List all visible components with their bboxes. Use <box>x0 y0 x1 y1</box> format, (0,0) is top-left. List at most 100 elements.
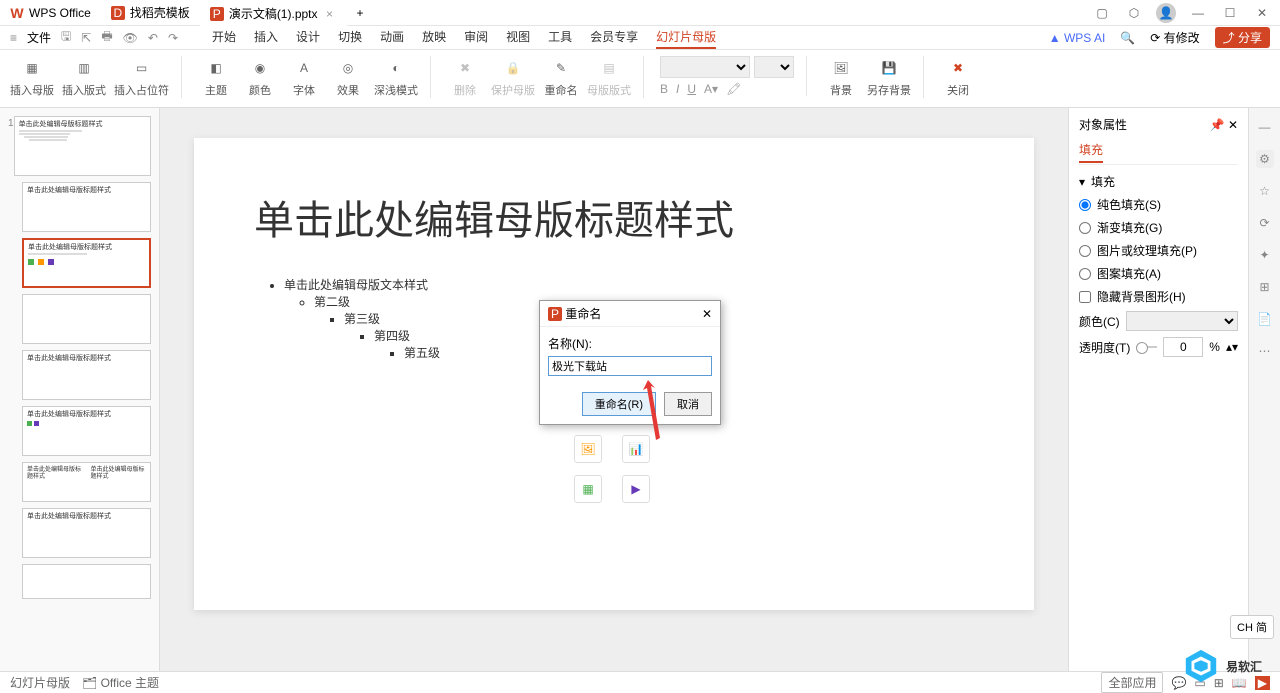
radio-pattern[interactable] <box>1079 268 1091 280</box>
insert-chart-icon[interactable]: 📊 <box>622 435 650 463</box>
plus-icon: + <box>357 6 364 20</box>
insert-image-icon[interactable]: 🖼 <box>574 435 602 463</box>
layout-thumb[interactable]: 单击此处编辑母版标题样式 <box>22 406 151 456</box>
checkbox-hide-bg[interactable] <box>1079 291 1091 303</box>
effect-button[interactable]: ◎效果 <box>330 56 366 98</box>
tab-member[interactable]: 会员专享 <box>590 26 638 49</box>
confirm-button[interactable]: 重命名(R) <box>582 392 656 416</box>
layout-thumb[interactable]: 单击此处编辑母版标题样式 <box>22 350 151 400</box>
maximize-icon[interactable]: ☐ <box>1220 3 1240 23</box>
transparency-slider[interactable] <box>1136 346 1157 348</box>
refresh-icon[interactable]: ⟳ <box>1256 214 1274 232</box>
layout-thumb[interactable] <box>22 294 151 344</box>
window-layout-icon[interactable]: ▢ <box>1092 3 1112 23</box>
tab-templates[interactable]: D 找稻壳模板 <box>101 0 200 26</box>
menubar: ≡ 文件 🖫 ⇱ 🖶 👁 ↶ ↷ 开始 插入 设计 切换 动画 放映 审阅 视图… <box>0 26 1280 50</box>
layout-thumb[interactable] <box>22 564 151 599</box>
more-icon[interactable]: ⋯ <box>1256 342 1274 360</box>
tab-presentation[interactable]: P 演示文稿(1).pptx × <box>200 0 347 26</box>
layout-thumb[interactable]: 单击此处编辑母版标题样式 <box>22 508 151 558</box>
tab-transition[interactable]: 切换 <box>338 26 362 49</box>
share-button[interactable]: ⤴ 分享 <box>1215 27 1270 48</box>
tab-review[interactable]: 审阅 <box>464 26 488 49</box>
bold-button[interactable]: B <box>660 82 668 96</box>
color-button[interactable]: ◉颜色 <box>242 56 278 98</box>
tab-tools[interactable]: 工具 <box>548 26 572 49</box>
color-select[interactable] <box>1126 311 1238 331</box>
italic-button[interactable]: I <box>676 82 679 96</box>
insert-placeholder-button[interactable]: ▭插入占位符 <box>114 56 169 98</box>
tab-view[interactable]: 视图 <box>506 26 530 49</box>
tab-label: 演示文稿(1).pptx <box>229 5 318 22</box>
search-icon[interactable]: 🔍 <box>1120 31 1135 45</box>
print-icon[interactable]: 🖶 <box>101 27 112 48</box>
user-avatar-icon[interactable]: 👤 <box>1156 3 1176 23</box>
background-button[interactable]: 🖼背景 <box>823 56 859 98</box>
minus-icon[interactable]: — <box>1256 118 1274 136</box>
font-size-select[interactable] <box>754 56 794 78</box>
menu-icon[interactable]: ≡ <box>10 31 17 45</box>
panel-tab-fill[interactable]: 填充 <box>1079 143 1103 163</box>
close-master-button[interactable]: ✖关闭 <box>940 56 976 98</box>
master-thumb[interactable]: 单击此处编辑母版标题样式 <box>14 116 151 176</box>
tab-design[interactable]: 设计 <box>296 26 320 49</box>
name-input[interactable] <box>548 356 712 376</box>
transparency-input[interactable] <box>1163 337 1203 357</box>
new-tab-button[interactable]: + <box>347 0 374 26</box>
master-icon: ▦ <box>20 56 44 80</box>
font-button[interactable]: A字体 <box>286 56 322 98</box>
tab-insert[interactable]: 插入 <box>254 26 278 49</box>
settings-icon[interactable]: ⚙ <box>1256 150 1274 168</box>
grid-icon[interactable]: ⊞ <box>1256 278 1274 296</box>
layout-thumb[interactable]: 单击此处编辑母版标题样式单击此处编辑母版标题样式 <box>22 462 151 502</box>
save-bg-button[interactable]: 💾另存背景 <box>867 56 911 98</box>
minimize-icon[interactable]: — <box>1188 3 1208 23</box>
tab-slide-master[interactable]: 幻灯片母版 <box>656 26 716 49</box>
radio-solid[interactable] <box>1079 199 1091 211</box>
slide-title-placeholder[interactable]: 单击此处编辑母版标题样式 <box>254 188 974 246</box>
all-apps-button[interactable]: 全部应用 <box>1101 672 1163 693</box>
app-tab[interactable]: W WPS Office <box>0 0 101 26</box>
name-label: 名称(N): <box>548 335 712 352</box>
font-color-button[interactable]: A▾ <box>704 82 718 96</box>
underline-button[interactable]: U <box>687 82 696 96</box>
close-icon[interactable]: × <box>323 7 337 21</box>
star-icon[interactable]: ☆ <box>1256 182 1274 200</box>
layout-thumb[interactable]: 单击此处编辑母版标题样式 <box>22 182 151 232</box>
tab-start[interactable]: 开始 <box>212 26 236 49</box>
save-icon[interactable]: 🖫 <box>61 27 71 48</box>
wps-ai-button[interactable]: ▲ WPS AI <box>1049 31 1106 45</box>
cancel-button[interactable]: 取消 <box>664 392 712 416</box>
export-icon[interactable]: ⇱ <box>81 31 91 45</box>
insert-master-button[interactable]: ▦插入母版 <box>10 56 54 98</box>
rename-button[interactable]: ✎重命名 <box>543 56 579 98</box>
font-family-select[interactable] <box>660 56 750 78</box>
dialog-close-icon[interactable]: ✕ <box>702 307 712 321</box>
radio-gradient[interactable] <box>1079 222 1091 234</box>
insert-table-icon[interactable]: ▦ <box>574 475 602 503</box>
highlight-button[interactable]: 🖍 <box>726 82 741 96</box>
close-panel-icon[interactable]: ✕ <box>1228 118 1238 132</box>
section-header[interactable]: ▾ 填充 <box>1079 173 1238 190</box>
insert-layout-button[interactable]: ▥插入版式 <box>62 56 106 98</box>
tab-slideshow[interactable]: 放映 <box>422 26 446 49</box>
doc-icon[interactable]: 📄 <box>1256 310 1274 328</box>
redo-icon[interactable]: ↷ <box>168 31 178 45</box>
window-close-icon[interactable]: ✕ <box>1252 3 1272 23</box>
dialog-icon: P <box>548 307 562 321</box>
preview-icon[interactable]: 👁 <box>123 31 138 45</box>
layout-thumb-selected[interactable]: 单击此处编辑母版标题样式 <box>22 238 151 288</box>
file-menu[interactable]: 文件 <box>27 29 51 46</box>
pin-icon[interactable]: 📌 <box>1210 118 1225 132</box>
theme-button[interactable]: ◧主题 <box>198 56 234 98</box>
pattern-button[interactable]: ◐深浅模式 <box>374 56 418 98</box>
stepper-icon[interactable]: ▴▾ <box>1226 340 1238 354</box>
undo-icon[interactable]: ↶ <box>148 31 158 45</box>
cube-icon[interactable]: ⬡ <box>1124 3 1144 23</box>
tab-animation[interactable]: 动画 <box>380 26 404 49</box>
thumbnail-panel[interactable]: 1 单击此处编辑母版标题样式 单击此处编辑母版标题样式 单击此处编辑母版标题样式… <box>0 108 160 671</box>
language-badge[interactable]: CH 简 <box>1230 615 1274 639</box>
radio-picture[interactable] <box>1079 245 1091 257</box>
insert-video-icon[interactable]: ▶ <box>622 475 650 503</box>
tool-icon[interactable]: ✦ <box>1256 246 1274 264</box>
